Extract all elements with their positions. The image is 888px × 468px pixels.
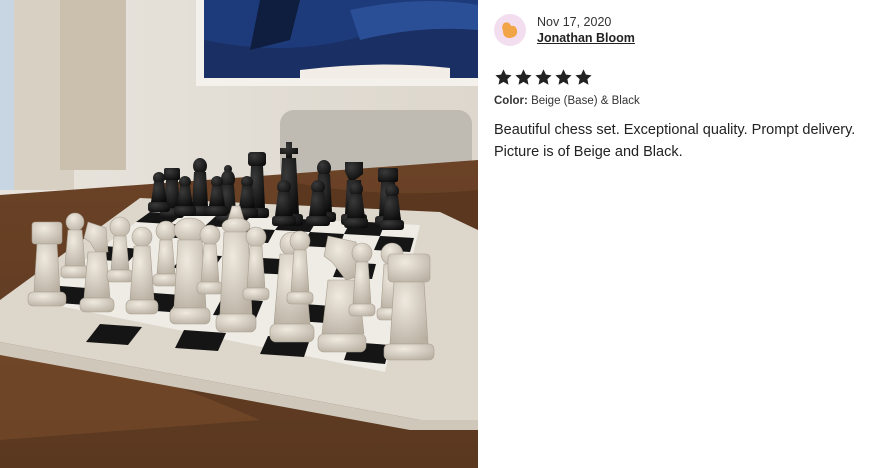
star-icon <box>515 69 532 85</box>
review-meta: Nov 17, 2020 Jonathan Bloom <box>537 14 635 46</box>
variation-label: Color: <box>494 95 528 107</box>
review-date: Nov 17, 2020 <box>537 15 612 29</box>
star-icon <box>555 69 572 85</box>
star-icon <box>535 69 552 85</box>
star-rating <box>494 68 874 87</box>
review-photo[interactable] <box>0 0 478 468</box>
variation-value: Beige (Base) & Black <box>531 95 640 107</box>
star-icon <box>495 69 512 85</box>
review-text: Beautiful chess set. Exceptional quality… <box>494 122 856 160</box>
avatar[interactable] <box>494 14 526 46</box>
avatar-blob-icon <box>502 22 518 38</box>
star-icon <box>575 69 592 85</box>
variation-info: Color: Beige (Base) & Black <box>494 95 874 107</box>
review-card: Nov 17, 2020 Jonathan Bloom Color: Beige… <box>494 14 874 163</box>
reviewer-name-link[interactable]: Jonathan Bloom <box>537 30 635 46</box>
review-header: Nov 17, 2020 Jonathan Bloom <box>494 14 874 46</box>
chess-set-photo <box>0 0 478 468</box>
